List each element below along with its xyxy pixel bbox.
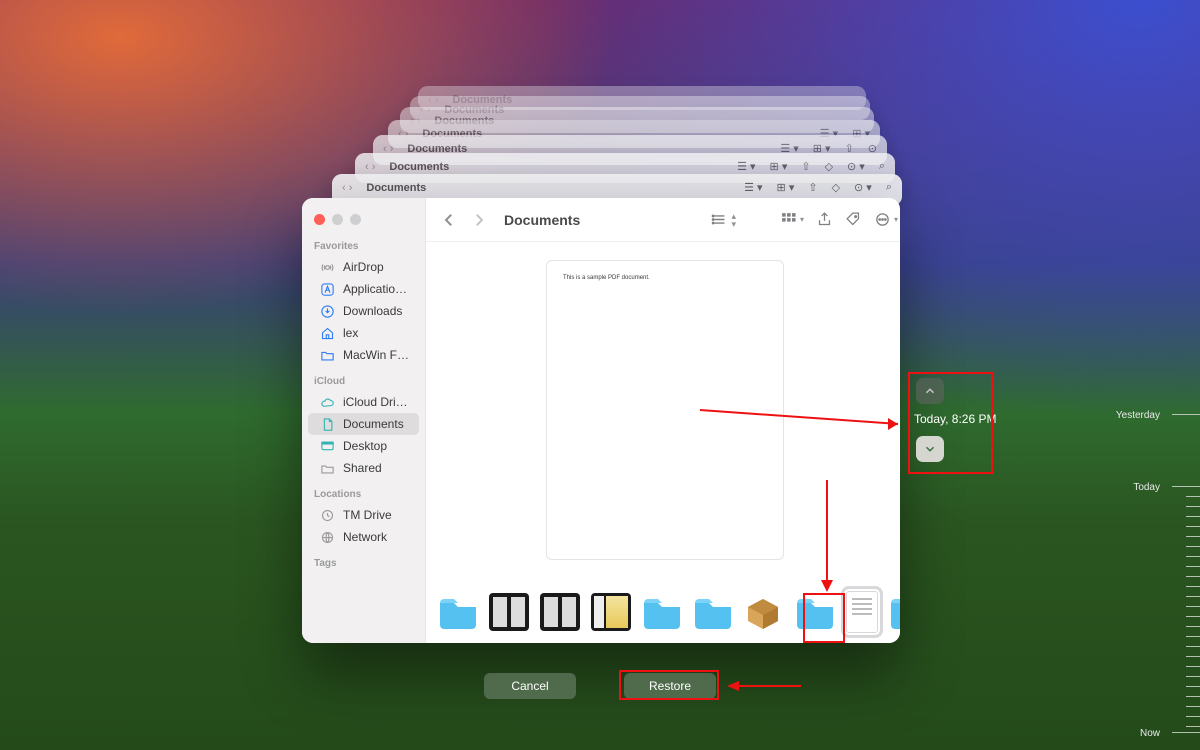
- more-button[interactable]: ▾: [874, 211, 898, 228]
- folder-thumb[interactable]: [693, 593, 733, 631]
- timeline-label: Yesterday: [1116, 410, 1160, 421]
- sidebar-section-label: Tags: [302, 548, 425, 573]
- zoom-icon[interactable]: [350, 214, 361, 225]
- snapshot-next-button[interactable]: [916, 436, 944, 462]
- action-buttons: Cancel Restore: [484, 673, 716, 699]
- main-panel: Documents ▴▾ ▾ ▾ This is a sample PDF do…: [426, 198, 900, 643]
- sidebar-item-label: AirDrop: [343, 260, 384, 274]
- sidebar-item[interactable]: Applicatio…: [308, 278, 419, 300]
- share-button[interactable]: [816, 211, 833, 228]
- download-icon: [320, 304, 335, 319]
- sidebar-item-label: Desktop: [343, 439, 387, 453]
- sidebar-item[interactable]: iCloud Dri…: [308, 391, 419, 413]
- thumbnail-row: [426, 581, 900, 643]
- minimize-icon[interactable]: [332, 214, 343, 225]
- cloud-icon: [320, 395, 335, 410]
- snapshot-time-label: Today, 8:26 PM: [914, 412, 990, 426]
- sidebar-item-label: Applicatio…: [343, 282, 407, 296]
- forward-button[interactable]: [470, 211, 488, 229]
- content-area: This is a sample PDF document.: [426, 242, 900, 581]
- finder-window: Favorites AirDrop Applicatio… Downloads lex M…: [302, 198, 900, 643]
- snapshot-nav: Today, 8:26 PM: [914, 378, 990, 462]
- airdrop-icon: [320, 260, 335, 275]
- timeline[interactable]: Yesterday Today Now: [1122, 370, 1200, 750]
- sidebar-section-label: iCloud: [302, 366, 425, 391]
- sidebar-item-label: Network: [343, 530, 387, 544]
- sidebar-item[interactable]: Shared: [308, 457, 419, 479]
- preview-text: This is a sample PDF document.: [547, 261, 783, 295]
- sidebar-item-label: lex: [343, 326, 358, 340]
- image-thumb[interactable]: [591, 593, 631, 631]
- sidebar-item-label: Downloads: [343, 304, 402, 318]
- sidebar-item[interactable]: Documents: [308, 413, 419, 435]
- sidebar: Favorites AirDrop Applicatio… Downloads lex M…: [302, 198, 426, 643]
- folder-thumb[interactable]: [889, 593, 900, 631]
- restore-button[interactable]: Restore: [624, 673, 716, 699]
- toolbar: Documents ▴▾ ▾ ▾: [426, 198, 900, 242]
- desktop-icon: [320, 439, 335, 454]
- clock-icon: [320, 508, 335, 523]
- cancel-button[interactable]: Cancel: [484, 673, 576, 699]
- timeline-label: Today: [1133, 482, 1160, 493]
- window-controls[interactable]: [302, 206, 425, 231]
- folder-thumb[interactable]: [438, 593, 478, 631]
- sidebar-section-label: Favorites: [302, 231, 425, 256]
- sidebar-item-label: Shared: [343, 461, 382, 475]
- sidebar-item-label: MacWin F…: [343, 348, 409, 362]
- sidebar-item[interactable]: MacWin F…: [308, 344, 419, 366]
- sidebar-item[interactable]: Downloads: [308, 300, 419, 322]
- globe-icon: [320, 530, 335, 545]
- doc-icon: [320, 417, 335, 432]
- window-title: Documents: [504, 212, 580, 228]
- folder-thumb[interactable]: [795, 593, 835, 631]
- home-icon: [320, 326, 335, 341]
- timeline-label: Now: [1140, 728, 1160, 739]
- shared-icon: [320, 461, 335, 476]
- app-icon: [320, 282, 335, 297]
- tag-button[interactable]: [845, 211, 862, 228]
- folder-icon: [320, 348, 335, 363]
- view-grid-button[interactable]: ▾: [780, 211, 804, 228]
- sidebar-item[interactable]: lex: [308, 322, 419, 344]
- sidebar-item-label: iCloud Dri…: [343, 395, 408, 409]
- sidebar-item[interactable]: TM Drive: [308, 504, 419, 526]
- file-preview[interactable]: This is a sample PDF document.: [546, 260, 784, 560]
- view-list-button[interactable]: ▴▾: [711, 211, 736, 228]
- sidebar-item[interactable]: Desktop: [308, 435, 419, 457]
- close-icon[interactable]: [314, 214, 325, 225]
- snapshot-prev-button[interactable]: [916, 378, 944, 404]
- sidebar-item[interactable]: Network: [308, 526, 419, 548]
- back-button[interactable]: [440, 211, 458, 229]
- sidebar-section-label: Locations: [302, 479, 425, 504]
- image-thumb[interactable]: [489, 593, 529, 631]
- sidebar-item-label: Documents: [343, 417, 404, 431]
- document-thumb-selected[interactable]: [846, 591, 878, 633]
- package-thumb[interactable]: [744, 593, 784, 631]
- image-thumb[interactable]: [540, 593, 580, 631]
- sidebar-item[interactable]: AirDrop: [308, 256, 419, 278]
- sidebar-item-label: TM Drive: [343, 508, 392, 522]
- folder-thumb[interactable]: [642, 593, 682, 631]
